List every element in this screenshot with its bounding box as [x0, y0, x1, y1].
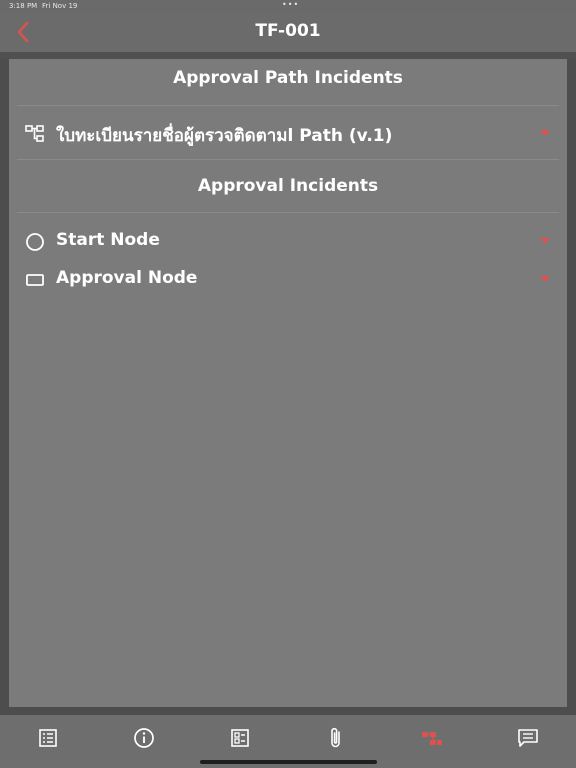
nav-divider	[0, 52, 576, 59]
tab-attachments[interactable]	[321, 723, 351, 753]
divider	[17, 159, 559, 160]
right-gutter	[567, 59, 576, 707]
bottom-gutter	[0, 707, 576, 715]
approval-path-row[interactable]: ใบทะเบียนรายชื่อผู้ตรวจติดตามl Path (v.1…	[17, 118, 559, 148]
home-indicator[interactable]	[200, 760, 377, 764]
approval-path-icon	[422, 732, 442, 745]
approval-node-row[interactable]: Approval Node	[17, 264, 559, 294]
checklist-icon	[231, 729, 249, 747]
left-gutter	[0, 59, 9, 707]
approval-path-label: ใบทะเบียนรายชื่อผู้ตรวจติดตามl Path (v.1…	[56, 126, 393, 146]
divider	[17, 212, 559, 213]
comment-icon	[518, 729, 538, 747]
info-icon	[134, 728, 154, 748]
approval-incidents-header: Approval Incidents	[197, 176, 379, 196]
tab-details[interactable]	[33, 723, 63, 753]
chevron-down-icon[interactable]	[539, 236, 551, 246]
start-node-label: Start Node	[56, 230, 160, 250]
chevron-down-icon[interactable]	[539, 274, 551, 284]
tab-checklist[interactable]	[225, 723, 255, 753]
multitask-dots[interactable]: •••	[282, 0, 299, 9]
status-bar: 3:18 PM Fri Nov 19 •••	[0, 0, 576, 12]
circle-icon	[26, 233, 44, 251]
hierarchy-icon	[25, 125, 44, 142]
content-panel: Approval Path Incidents ใบทะเบียนรายชื่อ…	[9, 59, 567, 707]
approval-node-label: Approval Node	[56, 268, 198, 288]
tab-info[interactable]	[129, 723, 159, 753]
page-title: TF-001	[255, 21, 321, 41]
divider	[17, 105, 559, 106]
approval-path-incidents-header: Approval Path Incidents	[173, 68, 403, 88]
chevron-down-icon[interactable]	[539, 128, 551, 138]
rectangle-icon	[26, 274, 44, 286]
start-node-row[interactable]: Start Node	[17, 226, 559, 256]
status-date: Fri Nov 19	[42, 2, 78, 10]
list-icon	[39, 729, 57, 747]
tab-approval-path[interactable]	[417, 723, 447, 753]
tab-comments[interactable]	[513, 723, 543, 753]
paperclip-icon	[331, 727, 340, 748]
navigation-bar: TF-001	[0, 12, 576, 52]
status-time: 3:18 PM	[9, 2, 38, 10]
